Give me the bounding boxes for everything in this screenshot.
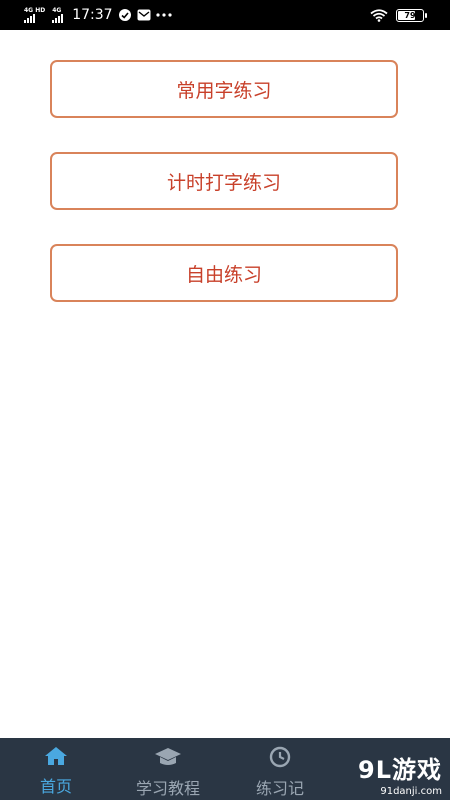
more-dots-icon [155,13,172,17]
message-icon [137,9,151,21]
gear-notification-icon [118,8,132,22]
button-label: 常用字练习 [176,79,272,102]
common-characters-practice-button[interactable]: 常用字练习 [50,60,398,118]
status-bar: 4G HD 4G 17:37 79 [0,0,450,30]
nav-item-tutorial[interactable]: 学习教程 [112,738,224,800]
status-time: 17:37 [72,7,113,23]
nav-item-record[interactable]: 练习记 [224,738,336,800]
wifi-icon [370,8,388,22]
nav-item-home[interactable]: 首页 [0,738,112,800]
nav-label: 学习教程 [135,779,200,798]
timed-typing-practice-button[interactable]: 计时打字练习 [50,152,398,210]
nav-label: 首页 [39,777,72,796]
record-icon [269,746,291,772]
button-label: 计时打字练习 [166,171,281,194]
home-icon [44,746,68,770]
status-left: 4G HD 4G 17:37 [0,7,172,23]
battery-level: 79 [404,10,416,20]
button-label: 自由练习 [185,263,262,286]
nav-label: 练习记 [255,779,304,798]
watermark-url: 91danji.com [380,785,442,797]
signal-1: 4G HD [24,7,45,23]
status-right: 79 [370,0,427,30]
graduation-cap-icon [154,746,182,772]
free-practice-button[interactable]: 自由练习 [50,244,398,302]
signal-bars-icon [24,13,35,23]
watermark: 9L游戏 91danji.com [322,748,442,798]
watermark-logo: 9L游戏 [358,755,442,784]
battery-icon: 79 [396,8,427,22]
signal-2: 4G [52,7,64,23]
signal-bars-icon [52,13,64,23]
